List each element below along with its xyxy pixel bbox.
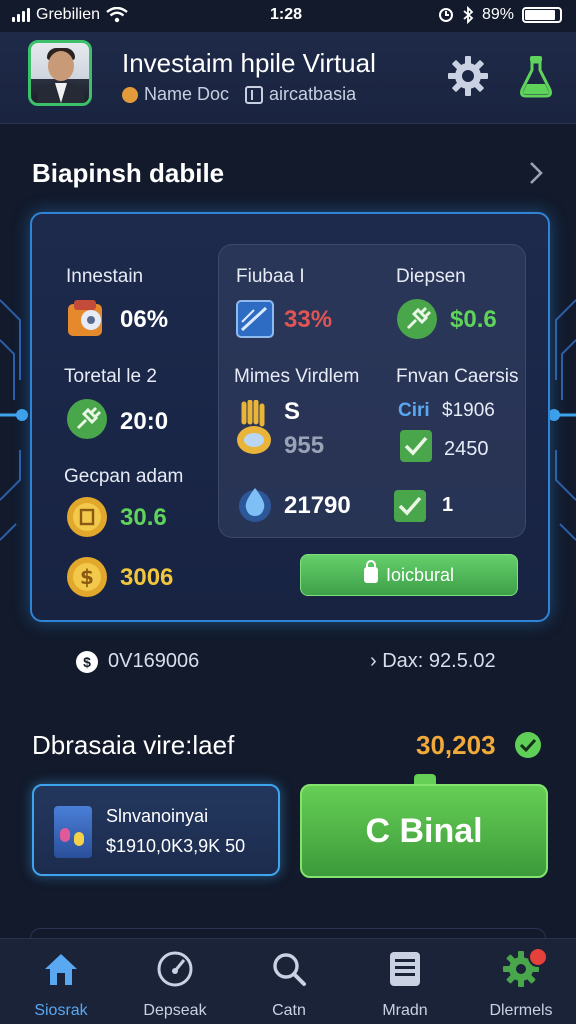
stat-label-fnvan: Fnvan Caersis (396, 366, 519, 387)
action-button-label: Ioicbural (385, 564, 455, 585)
dollar-circle-icon: $ (76, 650, 98, 673)
stat-label-total: Toretal le 2 (64, 366, 157, 387)
home-icon (45, 954, 77, 985)
app-header: Investaim hpile Virtual Name Doc aircatb… (0, 32, 576, 124)
stat-label-gecpan: Gecpan adam (64, 466, 184, 487)
header-subtitle: Name Doc aircatbasia (122, 84, 356, 105)
page-title: Investaim hpile Virtual (122, 48, 376, 78)
id-card-icon (245, 85, 264, 104)
nav-label-settings: Dlermels (489, 1002, 553, 1019)
svg-text:$: $ (80, 565, 94, 589)
stat-value-mimes-a: S (284, 398, 301, 425)
balance-total: 30,203 (416, 730, 496, 760)
nav-item-settings[interactable]: Dlermels (466, 947, 576, 1020)
gear-icon[interactable] (446, 54, 490, 98)
avatar[interactable] (28, 40, 92, 106)
gauge-icon (157, 951, 193, 987)
card-footer-left: $ 0V169006 (76, 650, 199, 673)
stat-label-mimes: Mimes Virdlem (234, 366, 360, 387)
chart-box-icon (236, 300, 274, 338)
chevron-right-icon[interactable] (528, 160, 544, 186)
flask-icon[interactable] (516, 54, 556, 98)
user-icon (122, 86, 138, 103)
search-icon (273, 953, 306, 986)
account-card[interactable]: Slnvanoinyai $1910,0K3,9K 50 (32, 784, 280, 876)
stat-value-gecpan: 30.6 (120, 504, 167, 531)
footer-left-value: 0V169006 (108, 650, 200, 672)
water-drop-icon (239, 488, 271, 522)
card-footer-right: › Dax: 92.5.02 (370, 650, 496, 673)
action-button[interactable]: Ioicbural (300, 554, 518, 596)
subtitle-left: Name Doc (144, 84, 230, 104)
stat-prefix-ciri: Ciri (398, 400, 430, 421)
stat-value-coins: 3006 (120, 564, 174, 591)
notification-badge (528, 947, 548, 967)
check-box-icon (400, 430, 432, 462)
stat-value-fnvan-b: 2450 (444, 438, 489, 460)
stat-label-invest: Innestain (66, 266, 144, 287)
nav-label-document: Mradn (382, 1002, 428, 1019)
stat-label-diepsen: Diepsen (396, 266, 466, 287)
nav-item-document[interactable]: Mradn (350, 949, 460, 1020)
nav-item-gauge[interactable]: Depseak (120, 949, 230, 1020)
dollar-coin-icon: $ (67, 557, 107, 597)
bottom-nav: Siosrak Depseak Catn Mradn Dlermels (0, 938, 576, 1024)
alarm-icon (438, 8, 453, 22)
stat-value-invest: 06% (120, 306, 169, 333)
wifi-icon (106, 7, 128, 23)
status-time: 1:28 (270, 6, 303, 23)
section-title-overview: Biapinsh dabile (32, 158, 225, 188)
stat-value-drop: 21790 (284, 492, 351, 519)
account-name: Slnvanoinyai (106, 806, 209, 826)
section-title-balance: Dbrasaia vire:laef (32, 730, 235, 760)
stat-value-fiubaa: 33% (284, 306, 333, 333)
nav-item-search[interactable]: Catn (234, 949, 344, 1020)
primary-button[interactable]: C Binal (300, 784, 548, 878)
document-icon (390, 952, 420, 986)
divider (30, 928, 546, 938)
subtitle-right: aircatbasia (269, 84, 357, 104)
nav-label-search: Catn (272, 1002, 306, 1019)
signal-icon (12, 8, 30, 22)
gold-hand-icon (237, 400, 271, 454)
lock-icon (363, 560, 378, 583)
account-value: $1910,0K3,9K 50 (106, 836, 246, 856)
account-thumbnail (54, 806, 92, 858)
battery-icon (522, 7, 562, 23)
nav-item-home[interactable]: Siosrak (6, 949, 116, 1020)
plug-green-icon (397, 299, 437, 339)
status-left: Grebilien (12, 6, 128, 24)
stat-label-fiubaa: Fiubaa I (236, 266, 305, 287)
check-box-small-icon (394, 490, 426, 522)
stat-value-diepsen: $0.6 (450, 306, 497, 333)
chevron-small-icon: › (370, 650, 383, 672)
plug-icon (67, 399, 107, 439)
nav-label-gauge: Depseak (143, 1002, 207, 1019)
wallet-icon (68, 300, 102, 336)
bluetooth-icon (463, 6, 474, 24)
stat-value-total: 20:0 (120, 408, 169, 435)
stat-value-fnvan-a: $1906 (442, 400, 495, 421)
stat-value-count: 1 (442, 494, 454, 516)
nav-label-home: Siosrak (34, 1002, 88, 1019)
coin-icon (67, 497, 107, 537)
footer-right-value: Dax: 92.5.02 (382, 650, 496, 672)
battery-percent: 89% (481, 6, 514, 23)
status-bar: Grebilien 1:28 89% (0, 0, 576, 32)
carrier-label: Grebilien (36, 6, 101, 23)
status-right: 89% (438, 6, 562, 24)
stat-value-mimes-b: 955 (284, 432, 325, 459)
verified-check-icon (515, 732, 541, 758)
overview-card: Innestain 06% Toretal le 2 20:0 Gecpan a… (30, 212, 550, 622)
